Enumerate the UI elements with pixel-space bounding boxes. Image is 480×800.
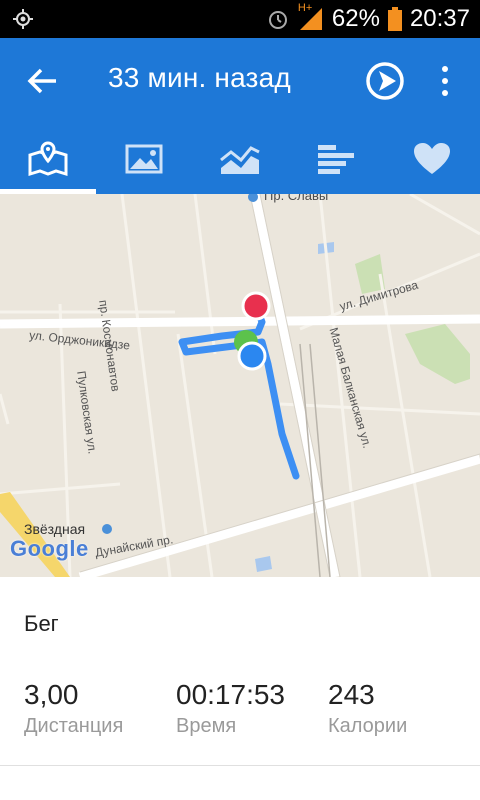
stat-distance: 3,00 Дистанция [24,679,123,738]
stat-value: 3,00 [24,679,79,710]
tab-splits[interactable] [288,124,384,194]
map-icon [28,141,68,177]
photo-icon [125,144,163,174]
battery-icon [387,7,402,31]
water-area [255,556,272,572]
map-label-zvezdnaya: Звёздная [24,521,86,537]
status-bar: H+ 62% 20:37 [0,0,480,38]
stat-value: 243 [328,679,375,710]
battery-percent: 62% [331,5,380,32]
park-area [405,324,470,384]
activity-type: Бег [24,611,59,636]
current-location-marker [237,341,267,371]
divider [0,765,480,766]
major-roads [0,194,480,577]
more-options-icon[interactable] [435,64,455,98]
route-map[interactable]: Пр. Славы пр. Космонавтов ул. Димитрова … [0,194,480,577]
stat-label: Калории [328,715,408,737]
stat-time: 00:17:53 Время [176,679,285,738]
back-arrow-icon[interactable] [26,64,60,98]
map-label-metro-top: Пр. Славы [264,194,329,203]
chart-icon [220,146,260,174]
finish-marker [241,291,271,321]
app-bar: 33 мин. назад [0,38,480,124]
page-title: 33 мин. назад [108,62,291,93]
map-canvas [0,194,480,577]
google-logo: Google [10,536,89,561]
stat-calories: 243 Калории [328,679,407,738]
tab-bar [0,124,480,194]
alarm-icon [268,11,287,29]
stat-label: Время [176,715,237,737]
clock: 20:37 [409,5,470,32]
tab-map[interactable] [0,124,96,194]
stat-value: 00:17:53 [176,679,285,710]
minor-streets [0,194,480,577]
tab-chart[interactable] [192,124,288,194]
heart-icon [414,143,450,174]
gps-icon [13,9,33,29]
tab-photos[interactable] [96,124,192,194]
tab-heart-rate[interactable] [384,124,480,194]
signal-icon [299,8,322,30]
share-icon[interactable] [364,60,406,102]
metro-station-icon [102,524,112,534]
stat-label: Дистанция [24,715,124,737]
workout-summary: Бег 3,00 Дистанция 00:17:53 Время 243 Ка… [0,577,480,800]
splits-icon [318,145,354,174]
